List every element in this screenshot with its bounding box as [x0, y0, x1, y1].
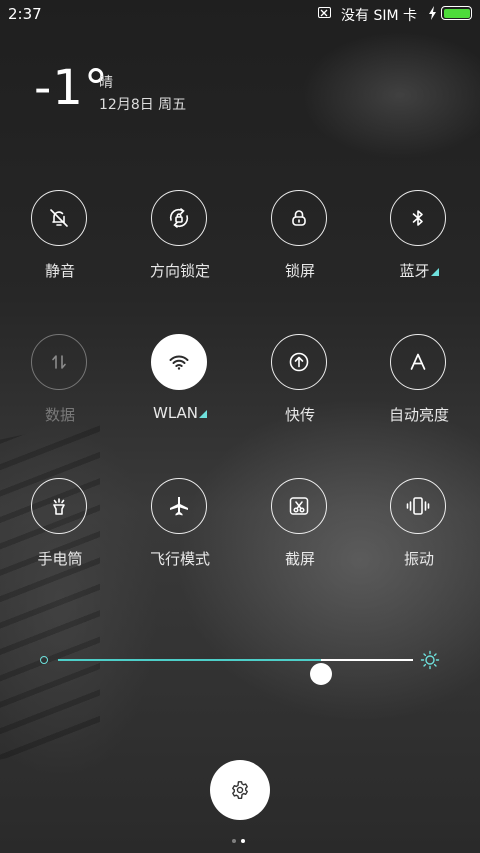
toggle-quick-transfer-label: 快传	[284, 406, 315, 424]
toggle-airplane-mode-label: 飞行模式	[149, 550, 210, 568]
status-bar: 2:37 没有 SIM 卡	[0, 0, 480, 28]
toggle-flashlight-label: 手电筒	[37, 550, 83, 568]
wallpaper-ruler-decoration	[0, 418, 100, 762]
screenshot-icon	[289, 497, 309, 515]
gear-icon	[232, 781, 248, 799]
toggle-lock-screen-circle[interactable]	[271, 190, 327, 246]
flashlight-icon	[53, 498, 65, 515]
toggle-bluetooth-circle[interactable]	[390, 190, 446, 246]
toggle-rotation-lock-circle[interactable]	[151, 190, 207, 246]
weather-condition: 晴	[99, 75, 113, 91]
vibrate-icon	[406, 497, 430, 515]
toggle-vibrate-circle[interactable]	[390, 478, 446, 534]
auto-brightness-icon	[410, 353, 426, 370]
sim-status-text: 没有 SIM 卡	[341, 8, 417, 24]
wlan-expand-indicator[interactable]	[199, 410, 207, 418]
weather-date: 12月8日 周五	[99, 97, 187, 113]
toggle-lock-screen-label: 锁屏	[284, 262, 315, 280]
page-indicator	[232, 828, 250, 847]
brightness-high-icon	[420, 650, 440, 670]
toggle-flashlight-circle[interactable]	[31, 478, 87, 534]
toggle-vibrate-label: 振动	[403, 550, 434, 568]
mute-bell-icon	[50, 209, 68, 227]
toggle-wlan-circle[interactable]	[151, 334, 207, 390]
brightness-thumb[interactable]	[309, 663, 332, 685]
bluetooth-expand-indicator[interactable]	[430, 268, 439, 276]
toggle-screenshot-circle[interactable]	[271, 478, 327, 534]
quick-transfer-icon	[289, 352, 309, 372]
toggle-airplane-mode-circle[interactable]	[151, 478, 207, 534]
toggle-quick-transfer-circle[interactable]	[271, 334, 327, 390]
battery-icon	[441, 6, 472, 20]
airplane-icon	[170, 497, 188, 516]
page-dot-1	[232, 839, 236, 843]
toggle-bluetooth-label: 蓝牙	[359, 260, 479, 281]
status-time: 2:37	[8, 5, 42, 23]
brightness-track[interactable]	[58, 659, 413, 685]
wifi-icon	[169, 355, 189, 370]
toggle-mobile-data-label: 数据	[44, 406, 75, 424]
toggle-mute-label: 静音	[44, 262, 75, 280]
toggle-screenshot-label: 截屏	[284, 550, 315, 568]
bluetooth-icon	[412, 210, 423, 226]
toggle-auto-brightness-circle[interactable]	[390, 334, 446, 390]
toggle-wlan-label: WLAN	[120, 404, 240, 422]
lock-icon	[292, 210, 306, 226]
page-dot-2	[241, 839, 245, 843]
brightness-slider[interactable]	[36, 645, 446, 685]
settings-button[interactable]	[210, 760, 270, 820]
weather-temperature[interactable]: -1°	[34, 60, 109, 116]
toggle-rotation-lock-label: 方向锁定	[149, 262, 210, 280]
toggle-auto-brightness-label: 自动亮度	[388, 406, 449, 424]
brightness-low-icon	[40, 656, 48, 664]
no-sim-icon	[318, 7, 331, 18]
brightness-track-fill	[58, 659, 321, 661]
battery-level	[443, 8, 470, 18]
charging-bolt-icon	[429, 6, 436, 20]
toggle-mute-circle[interactable]	[31, 190, 87, 246]
toggle-mobile-data-circle[interactable]	[31, 334, 87, 390]
mobile-data-icon	[52, 355, 66, 369]
rotation-lock-icon	[169, 208, 189, 228]
